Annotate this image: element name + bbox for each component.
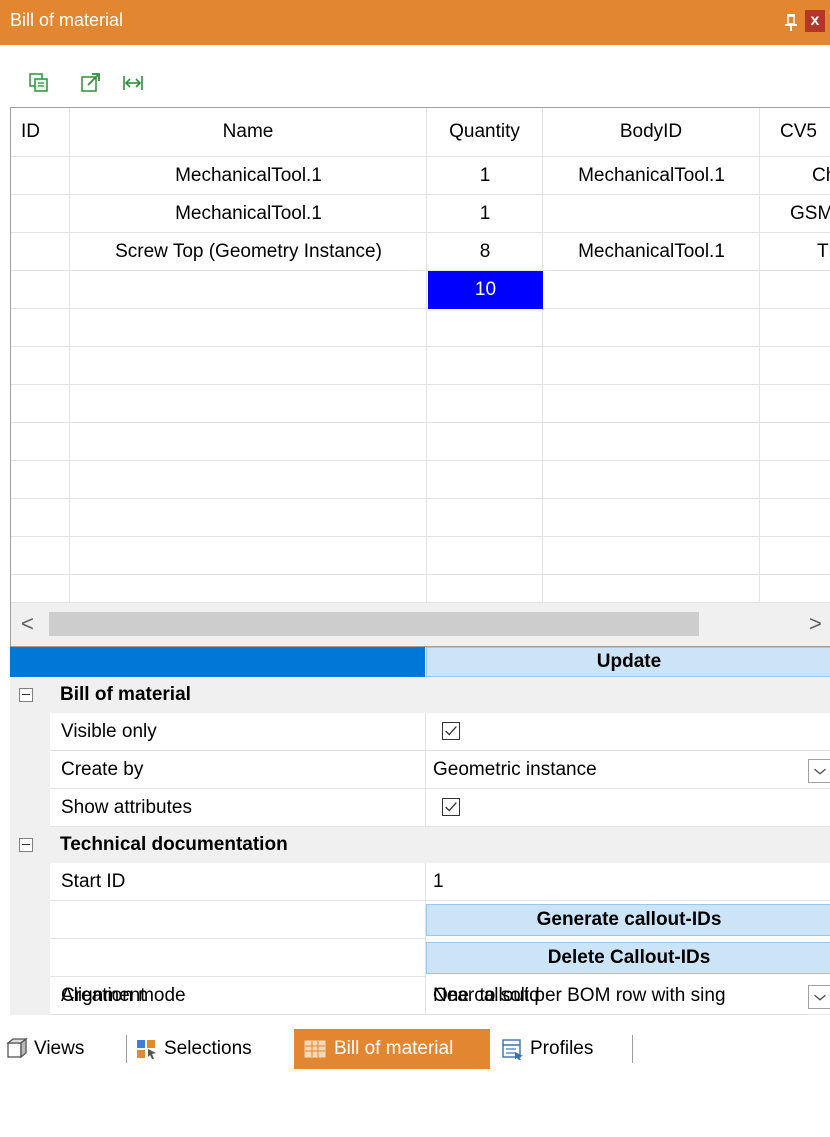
cell-cv5[interactable] xyxy=(760,271,830,309)
pin-icon[interactable] xyxy=(784,12,798,32)
cell-cv5[interactable]: Th xyxy=(760,233,830,271)
property-label: Creation mode xyxy=(50,977,426,1015)
chevron-down-icon[interactable] xyxy=(808,759,830,783)
visible-only-checkbox[interactable] xyxy=(442,722,460,740)
panel-title: Bill of material xyxy=(10,10,124,30)
horizontal-scrollbar[interactable]: < > xyxy=(11,603,830,646)
cell-quantity-selected[interactable]: 10 xyxy=(428,271,543,309)
start-id-input[interactable]: 1 xyxy=(426,863,830,901)
section-title: Bill of material xyxy=(60,684,191,705)
selections-icon xyxy=(137,1040,156,1059)
section-title: Technical documentation xyxy=(60,834,288,855)
property-label: Start ID xyxy=(50,863,426,901)
update-row: Update xyxy=(10,647,830,677)
panel-title-bar: Bill of material x xyxy=(0,0,830,45)
fit-columns-icon[interactable] xyxy=(122,72,144,94)
properties-panel: Update Bill of material Visible only Cre… xyxy=(10,647,830,1017)
table-row[interactable]: MechanicalTool.1 1 MechanicalTool.1 Cha xyxy=(11,157,830,195)
cell-id[interactable] xyxy=(11,195,70,233)
cell-id[interactable] xyxy=(11,157,70,195)
profiles-icon xyxy=(502,1039,523,1060)
tab-label: Selections xyxy=(164,1038,252,1059)
empty-row[interactable] xyxy=(11,385,830,423)
property-visible-only: Visible only xyxy=(10,713,830,751)
show-attributes-checkbox[interactable] xyxy=(442,798,460,816)
tab-label: Views xyxy=(34,1038,85,1059)
scroll-right-icon[interactable]: > xyxy=(809,611,822,637)
delete-callout-ids-button[interactable]: Delete Callout-IDs xyxy=(426,942,830,974)
empty-row[interactable] xyxy=(11,461,830,499)
generate-callout-ids-button[interactable]: Generate callout-IDs xyxy=(426,904,830,936)
property-show-attributes: Show attributes xyxy=(10,789,830,827)
creation-mode-select[interactable]: One callout per BOM row with sing xyxy=(426,977,808,1015)
chevron-down-icon[interactable] xyxy=(808,985,830,1009)
property-generate-callout-ids: Generate callout-IDs xyxy=(10,901,830,939)
empty-row[interactable] xyxy=(11,575,830,603)
table-row[interactable]: 10 xyxy=(11,271,830,309)
toolbar xyxy=(0,45,830,107)
tab-label: Profiles xyxy=(530,1038,594,1059)
column-header-id[interactable]: ID xyxy=(11,108,70,157)
column-header-name[interactable]: Name xyxy=(70,108,427,157)
cell-bodyid[interactable] xyxy=(543,195,760,233)
cell-quantity[interactable]: 1 xyxy=(427,195,543,233)
update-button[interactable]: Update xyxy=(426,647,830,677)
property-creation-mode: Creation mode One callout per BOM row wi… xyxy=(10,977,830,1015)
scrollbar-thumb[interactable] xyxy=(49,612,699,636)
property-delete-callout-ids: Delete Callout-IDs xyxy=(10,939,830,977)
cell-bodyid[interactable]: MechanicalTool.1 xyxy=(543,233,760,271)
cell-id[interactable] xyxy=(11,233,70,271)
empty-row[interactable] xyxy=(11,309,830,347)
property-value xyxy=(426,789,830,827)
section-technical-documentation[interactable]: Technical documentation xyxy=(10,827,830,863)
table-row[interactable]: MechanicalTool.1 1 GSMF xyxy=(11,195,830,233)
export-icon[interactable] xyxy=(80,72,102,94)
panel-tab-strip: Views Selections Bill of material Profil… xyxy=(0,1017,830,1137)
cell-bodyid[interactable] xyxy=(543,271,760,309)
tab-label: Bill of material xyxy=(334,1038,454,1059)
cell-name[interactable]: Screw Top (Geometry Instance) xyxy=(70,233,427,271)
tab-bill-of-material[interactable]: Bill of material xyxy=(294,1029,490,1069)
column-header-quantity[interactable]: Quantity xyxy=(427,108,543,157)
tab-profiles[interactable]: Profiles xyxy=(502,1029,622,1069)
property-label: Show attributes xyxy=(50,789,426,827)
property-value xyxy=(426,713,830,751)
cell-cv5[interactable]: GSMF xyxy=(760,195,830,233)
collapse-icon[interactable] xyxy=(19,688,33,702)
cell-quantity[interactable]: 8 xyxy=(427,233,543,271)
empty-row[interactable] xyxy=(11,423,830,461)
scroll-left-icon[interactable]: < xyxy=(21,611,34,637)
cell-name[interactable]: MechanicalTool.1 xyxy=(70,195,427,233)
views-icon xyxy=(6,1038,28,1059)
cell-id[interactable] xyxy=(11,271,70,309)
create-by-select[interactable]: Geometric instance xyxy=(426,751,830,789)
cell-name[interactable]: MechanicalTool.1 xyxy=(70,157,427,195)
close-icon[interactable]: x xyxy=(805,10,825,32)
bom-grid[interactable]: ID Name Quantity BodyID CV5 MechanicalTo… xyxy=(10,107,830,647)
property-start-id: Start ID 1 xyxy=(10,863,830,901)
cell-name[interactable] xyxy=(70,271,427,309)
column-header-cv5[interactable]: CV5 xyxy=(760,108,830,157)
property-create-by: Create by Geometric instance xyxy=(10,751,830,789)
column-header-bodyid[interactable]: BodyID xyxy=(543,108,760,157)
update-row-highlight xyxy=(10,647,425,677)
table-icon xyxy=(304,1040,326,1058)
empty-row[interactable] xyxy=(11,347,830,385)
tab-views[interactable]: Views xyxy=(6,1029,126,1069)
table-row[interactable]: Screw Top (Geometry Instance) 8 Mechanic… xyxy=(11,233,830,271)
property-label: Visible only xyxy=(50,713,426,751)
property-label: Create by xyxy=(50,751,426,789)
tab-selections[interactable]: Selections xyxy=(136,1029,286,1069)
cell-bodyid[interactable]: MechanicalTool.1 xyxy=(543,157,760,195)
section-bill-of-material[interactable]: Bill of material xyxy=(10,677,830,713)
cell-quantity[interactable]: 1 xyxy=(427,157,543,195)
copy-icon[interactable] xyxy=(28,72,50,94)
empty-row[interactable] xyxy=(11,499,830,537)
collapse-icon[interactable] xyxy=(19,838,33,852)
cell-cv5[interactable]: Cha xyxy=(760,157,830,195)
empty-row[interactable] xyxy=(11,537,830,575)
